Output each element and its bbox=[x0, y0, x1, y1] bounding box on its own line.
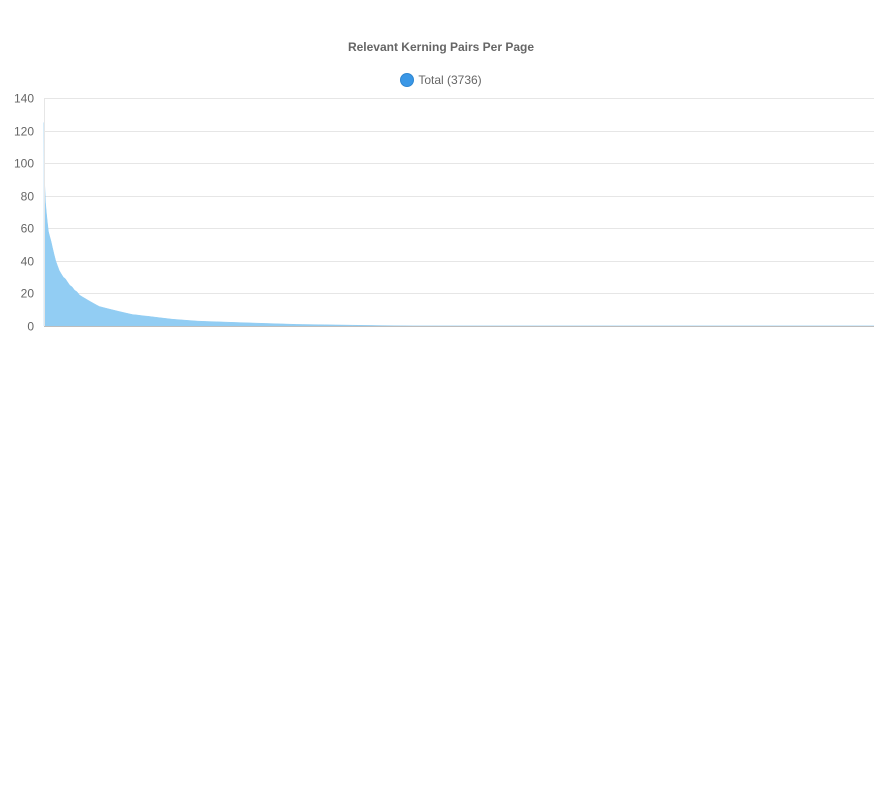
y-tick-label: 140 bbox=[14, 92, 34, 106]
chart-svg: 0 20 40 60 80 100 120 140 bbox=[14, 92, 874, 334]
y-tick-label: 20 bbox=[21, 287, 35, 301]
chart-container: Relevant Kerning Pairs Per Page Total (3… bbox=[0, 0, 882, 812]
y-tick-label: 0 bbox=[27, 320, 34, 334]
y-tick-label: 100 bbox=[14, 157, 34, 171]
series-area-total[interactable] bbox=[43, 122, 874, 327]
y-tick-label: 120 bbox=[14, 125, 34, 139]
grid-lines bbox=[44, 98, 874, 294]
y-tick-label: 60 bbox=[21, 222, 35, 236]
y-tick-label: 40 bbox=[21, 255, 35, 269]
axes bbox=[44, 98, 874, 327]
series-area-layer bbox=[43, 122, 874, 327]
y-tick-label: 80 bbox=[21, 190, 35, 204]
tick-labels: 0 20 40 60 80 100 120 140 bbox=[14, 92, 34, 334]
